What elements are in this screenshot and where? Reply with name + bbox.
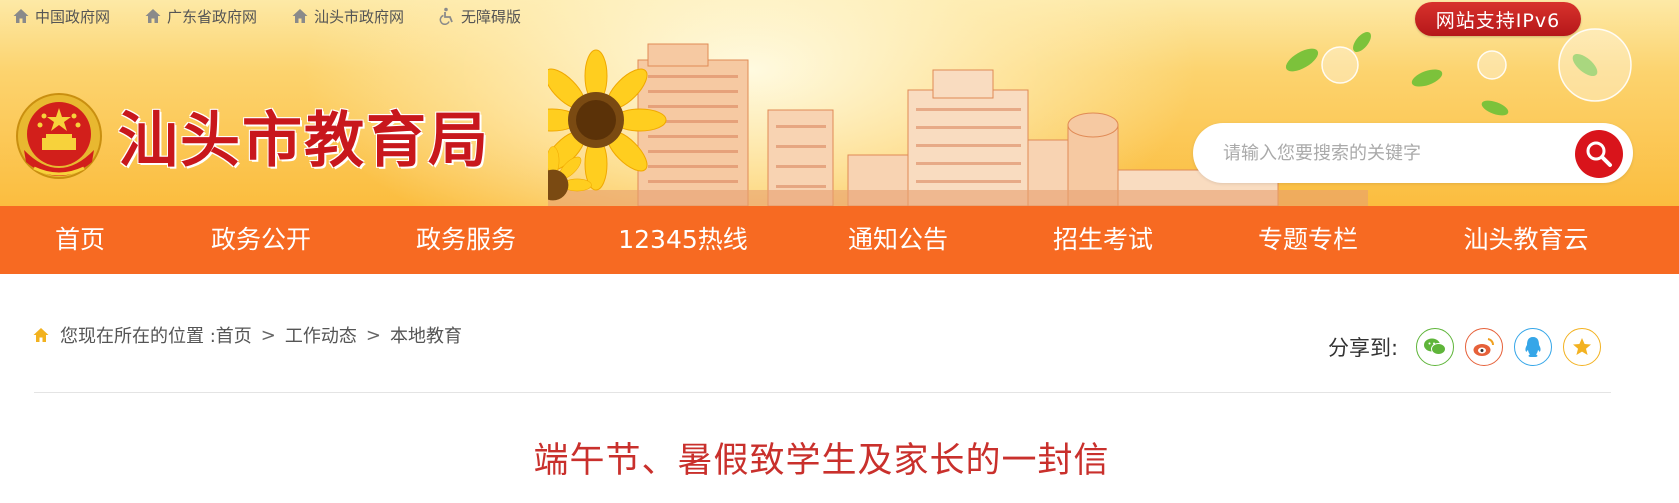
toplink-label: 广东省政府网 xyxy=(167,7,258,26)
breadcrumb-home[interactable]: 首页 xyxy=(216,322,252,348)
national-emblem-logo xyxy=(16,93,102,179)
nav-item-notices[interactable]: 通知公告 xyxy=(848,206,948,274)
toplink-label: 汕头市政府网 xyxy=(314,7,405,26)
breadcrumb-separator: > xyxy=(260,324,276,346)
share-favorite-button[interactable] xyxy=(1563,328,1602,366)
content-divider xyxy=(34,392,1611,393)
breadcrumb-local-education[interactable]: 本地教育 xyxy=(390,322,462,348)
home-icon xyxy=(292,9,308,23)
toplink-label: 中国政府网 xyxy=(35,7,111,26)
site-title: 汕头市教育局 xyxy=(118,106,490,176)
breadcrumb-prefix: 您现在所在的位置 : xyxy=(60,326,216,347)
breadcrumb-work-news[interactable]: 工作动态 xyxy=(285,322,357,348)
favorite-star-icon xyxy=(1573,338,1592,355)
top-link-bar: 中国政府网 广东省政府网 汕头市政府网 无障碍版 xyxy=(0,4,543,28)
nav-item-hotline[interactable]: 12345热线 xyxy=(618,206,748,274)
share-qq-button[interactable] xyxy=(1514,328,1553,366)
accessibility-icon xyxy=(439,7,453,25)
wechat-icon xyxy=(1424,338,1447,355)
search-input[interactable] xyxy=(1223,142,1553,164)
nav-item-admissions[interactable]: 招生考试 xyxy=(1053,206,1153,274)
toplink-guangdong-gov[interactable]: 广东省政府网 xyxy=(144,6,257,27)
search-box xyxy=(1193,123,1633,183)
nav-item-gov-affairs-open[interactable]: 政务公开 xyxy=(211,206,311,274)
toplink-accessibility[interactable]: 无障碍版 xyxy=(438,6,521,27)
qq-icon xyxy=(1525,337,1541,357)
toplink-label: 无障碍版 xyxy=(461,7,522,26)
nav-item-education-cloud[interactable]: 汕头教育云 xyxy=(1463,206,1588,274)
nav-item-home[interactable]: 首页 xyxy=(55,206,105,274)
home-icon xyxy=(13,9,29,23)
toplink-shantou-gov[interactable]: 汕头市政府网 xyxy=(291,6,404,27)
breadcrumb-separator: > xyxy=(365,324,381,346)
nav-item-gov-services[interactable]: 政务服务 xyxy=(416,206,516,274)
home-icon xyxy=(33,328,49,342)
share-wechat-button[interactable] xyxy=(1416,328,1455,366)
article-title: 端午节、暑假致学生及家长的一封信 xyxy=(533,441,1110,481)
share-bar: 分享到: xyxy=(1328,328,1612,366)
share-weibo-button[interactable] xyxy=(1465,328,1504,366)
breadcrumb: 您现在所在的位置 : 首页 > 工作动态 > 本地教育 xyxy=(32,322,462,348)
ipv6-badge: 网站支持IPv6 xyxy=(1415,2,1581,36)
search-icon xyxy=(1586,141,1612,167)
share-label: 分享到: xyxy=(1328,336,1399,360)
toplink-china-gov[interactable]: 中国政府网 xyxy=(12,6,110,27)
nav-item-special-topics[interactable]: 专题专栏 xyxy=(1258,206,1358,274)
header-banner: 中国政府网 广东省政府网 汕头市政府网 无障碍版 网站支持IPv6 汕头市教育局… xyxy=(0,0,1679,206)
main-nav: 首页 政务公开 政务服务 12345热线 通知公告 招生考试 专题专栏 汕头教育… xyxy=(0,206,1679,274)
search-button[interactable] xyxy=(1575,130,1623,178)
weibo-icon xyxy=(1473,338,1495,356)
home-icon xyxy=(145,9,161,23)
